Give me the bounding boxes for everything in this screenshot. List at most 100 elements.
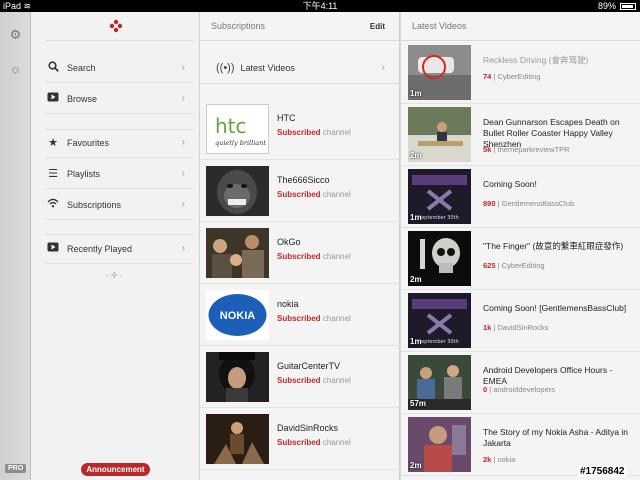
channel-name: nokia	[277, 299, 299, 309]
video-thumbnail: 2m	[408, 231, 471, 286]
channel-name: OkGo	[277, 237, 301, 247]
channel-thumbnail	[206, 166, 269, 216]
video-meta: 2k | nokia	[483, 455, 516, 464]
video-item[interactable]: 2m Dean Gunnarson Escapes Death on Bulle…	[401, 104, 640, 166]
video-meta: 1k | DavidSinRocks	[483, 323, 549, 332]
pro-badge: PRO	[5, 464, 27, 473]
status-bar: iPad ≋ 下午4:11 89%	[0, 0, 640, 12]
video-title: Coming Soon!	[483, 179, 537, 189]
channel-name: The666Sicco	[277, 175, 330, 185]
subscription-item-guitarcentertv[interactable]: GuitarCenterTV Subscribed channel	[200, 346, 400, 408]
broadcast-icon	[45, 198, 61, 211]
chevron-right-icon: ›	[381, 62, 385, 73]
subscriptions-header: Subscriptions Edit	[200, 12, 399, 41]
channel-status: Subscribed channel	[277, 314, 351, 323]
video-item[interactable]: 57m Android Developers Office Hours - EM…	[401, 352, 640, 414]
subscriptions-panel: Subscriptions Edit ((•)) Latest Videos ›…	[200, 12, 400, 480]
chevron-right-icon: ›	[181, 62, 185, 73]
subscription-item-nokia[interactable]: NOKIA nokia Subscribed channel	[200, 284, 400, 346]
thumb-caption: eptember 30th	[421, 215, 459, 221]
channel-thumbnail	[206, 414, 269, 464]
subscription-item-the666sicco[interactable]: The666Sicco Subscribed channel	[200, 160, 400, 222]
channel-thumbnail	[206, 352, 269, 402]
latest-videos-header: Latest Videos	[401, 12, 640, 41]
menu-item-browse[interactable]: Browse ›	[45, 84, 193, 114]
video-title: Android Developers Office Hours - EMEA	[483, 365, 613, 386]
broadcast-icon: ((•))	[216, 61, 235, 74]
subscription-item-davidsinrocks[interactable]: DavidSinRocks Subscribed channel	[200, 408, 400, 470]
channel-status: Subscribed channel	[277, 252, 351, 261]
latest-videos-panel: Latest Videos 1m Reckless Driving (會奔驾驶)…	[401, 12, 640, 480]
video-meta: 890 | GentlemensBassClub	[483, 199, 575, 208]
video-duration: 1m	[410, 89, 422, 98]
watermark: #1756842	[578, 466, 627, 477]
menu-item-recently-played[interactable]: Recently Played ›	[45, 234, 193, 264]
edit-button[interactable]: Edit	[370, 12, 385, 41]
video-item[interactable]: eptember 30th 1m Coming Soon! [Gentlemen…	[401, 290, 640, 352]
chevron-right-icon: ›	[181, 168, 185, 179]
subscription-item-okgo[interactable]: OkGo Subscribed channel	[200, 222, 400, 284]
menu-item-playlists[interactable]: ☰ Playlists ›	[45, 159, 193, 189]
video-thumbnail: eptember 30th 1m	[408, 169, 471, 224]
chevron-right-icon: ›	[181, 93, 185, 104]
brightness-icon[interactable]: ☼	[8, 61, 23, 76]
clock: 下午4:11	[302, 1, 338, 11]
channel-name: GuitarCenterTV	[277, 361, 341, 371]
menu-item-label: Recently Played	[67, 243, 133, 254]
battery-icon	[620, 2, 636, 10]
chevron-right-icon: ›	[181, 199, 185, 210]
subscription-item-htc[interactable]: htc quietly brilliant HTC Subscribed cha…	[200, 98, 400, 160]
video-meta: 0 | androiddevelopers	[483, 385, 556, 394]
menu-item-label: Browse	[67, 93, 98, 104]
video-duration: 1m	[410, 337, 422, 346]
list-icon: ☰	[48, 168, 58, 180]
video-icon	[45, 242, 61, 255]
htc-tagline: quietly brilliant	[215, 139, 266, 147]
battery-percent: 89%	[597, 1, 616, 11]
video-duration: 2m	[410, 275, 422, 284]
main-menu: Search › Browse › ★ Favourites › ☰ Playl…	[31, 12, 200, 480]
menu-item-label: Search	[67, 62, 96, 73]
htc-logo-text: htc	[215, 114, 247, 138]
video-duration: 2m	[410, 461, 422, 470]
video-title: The Story of my Nokia Asha - Aditya in J…	[483, 427, 629, 448]
ornament-icon: - ✣ -	[106, 271, 123, 280]
video-thumbnail: 2m	[408, 417, 471, 472]
panel-title: Latest Videos	[412, 21, 467, 31]
menu-item-favourites[interactable]: ★ Favourites ›	[45, 128, 193, 158]
video-title: Coming Soon! [GentlemensBassClub]	[483, 303, 627, 313]
channel-status: Subscribed channel	[277, 376, 351, 385]
channel-status: Subscribed channel	[277, 438, 351, 447]
thumb-caption: eptember 30th	[421, 339, 459, 345]
video-thumbnail: eptember 30th 1m	[408, 293, 471, 348]
menu-item-search[interactable]: Search ›	[45, 53, 193, 83]
menu-item-label: Playlists	[67, 168, 101, 179]
menu-item-subscriptions[interactable]: Subscriptions ›	[45, 190, 193, 220]
video-thumbnail: 2m	[408, 107, 471, 162]
channel-name: DavidSinRocks	[277, 423, 339, 433]
video-thumbnail: 1m	[408, 45, 471, 100]
channel-status: Subscribed channel	[277, 190, 351, 199]
video-item[interactable]: eptember 30th 1m Coming Soon! 890 | Gent…	[401, 166, 640, 228]
nokia-logo-text: NOKIA	[220, 310, 256, 322]
video-meta: 625 | CyberEditing	[483, 261, 545, 270]
video-title: "The Finger" (故意的繫車紅眼症發作)	[483, 241, 624, 251]
channel-name: HTC	[277, 113, 296, 123]
video-icon	[45, 92, 61, 105]
video-duration: 1m	[410, 213, 422, 222]
panel-title: Subscriptions	[211, 21, 266, 31]
video-duration: 57m	[410, 399, 427, 408]
channel-thumbnail	[206, 228, 269, 278]
app-logo-icon	[109, 19, 123, 33]
latest-videos-label: Latest Videos	[240, 62, 295, 73]
search-icon	[45, 60, 61, 75]
gear-icon[interactable]: ⚙	[8, 27, 23, 42]
video-duration: 2m	[410, 151, 422, 160]
chevron-right-icon: ›	[181, 243, 185, 254]
video-item[interactable]: 2m "The Finger" (故意的繫車紅眼症發作) 625 | Cyber…	[401, 228, 640, 290]
latest-videos-row[interactable]: ((•)) Latest Videos ›	[200, 52, 400, 84]
video-meta: 74 | CyberEditing	[483, 72, 541, 81]
video-meta: 5k | themeparkreviewTPR	[483, 145, 570, 154]
video-item[interactable]: 1m Reckless Driving (會奔驾驶) 74 | CyberEdi…	[401, 42, 640, 104]
announcement-button[interactable]: Announcement	[81, 463, 150, 476]
